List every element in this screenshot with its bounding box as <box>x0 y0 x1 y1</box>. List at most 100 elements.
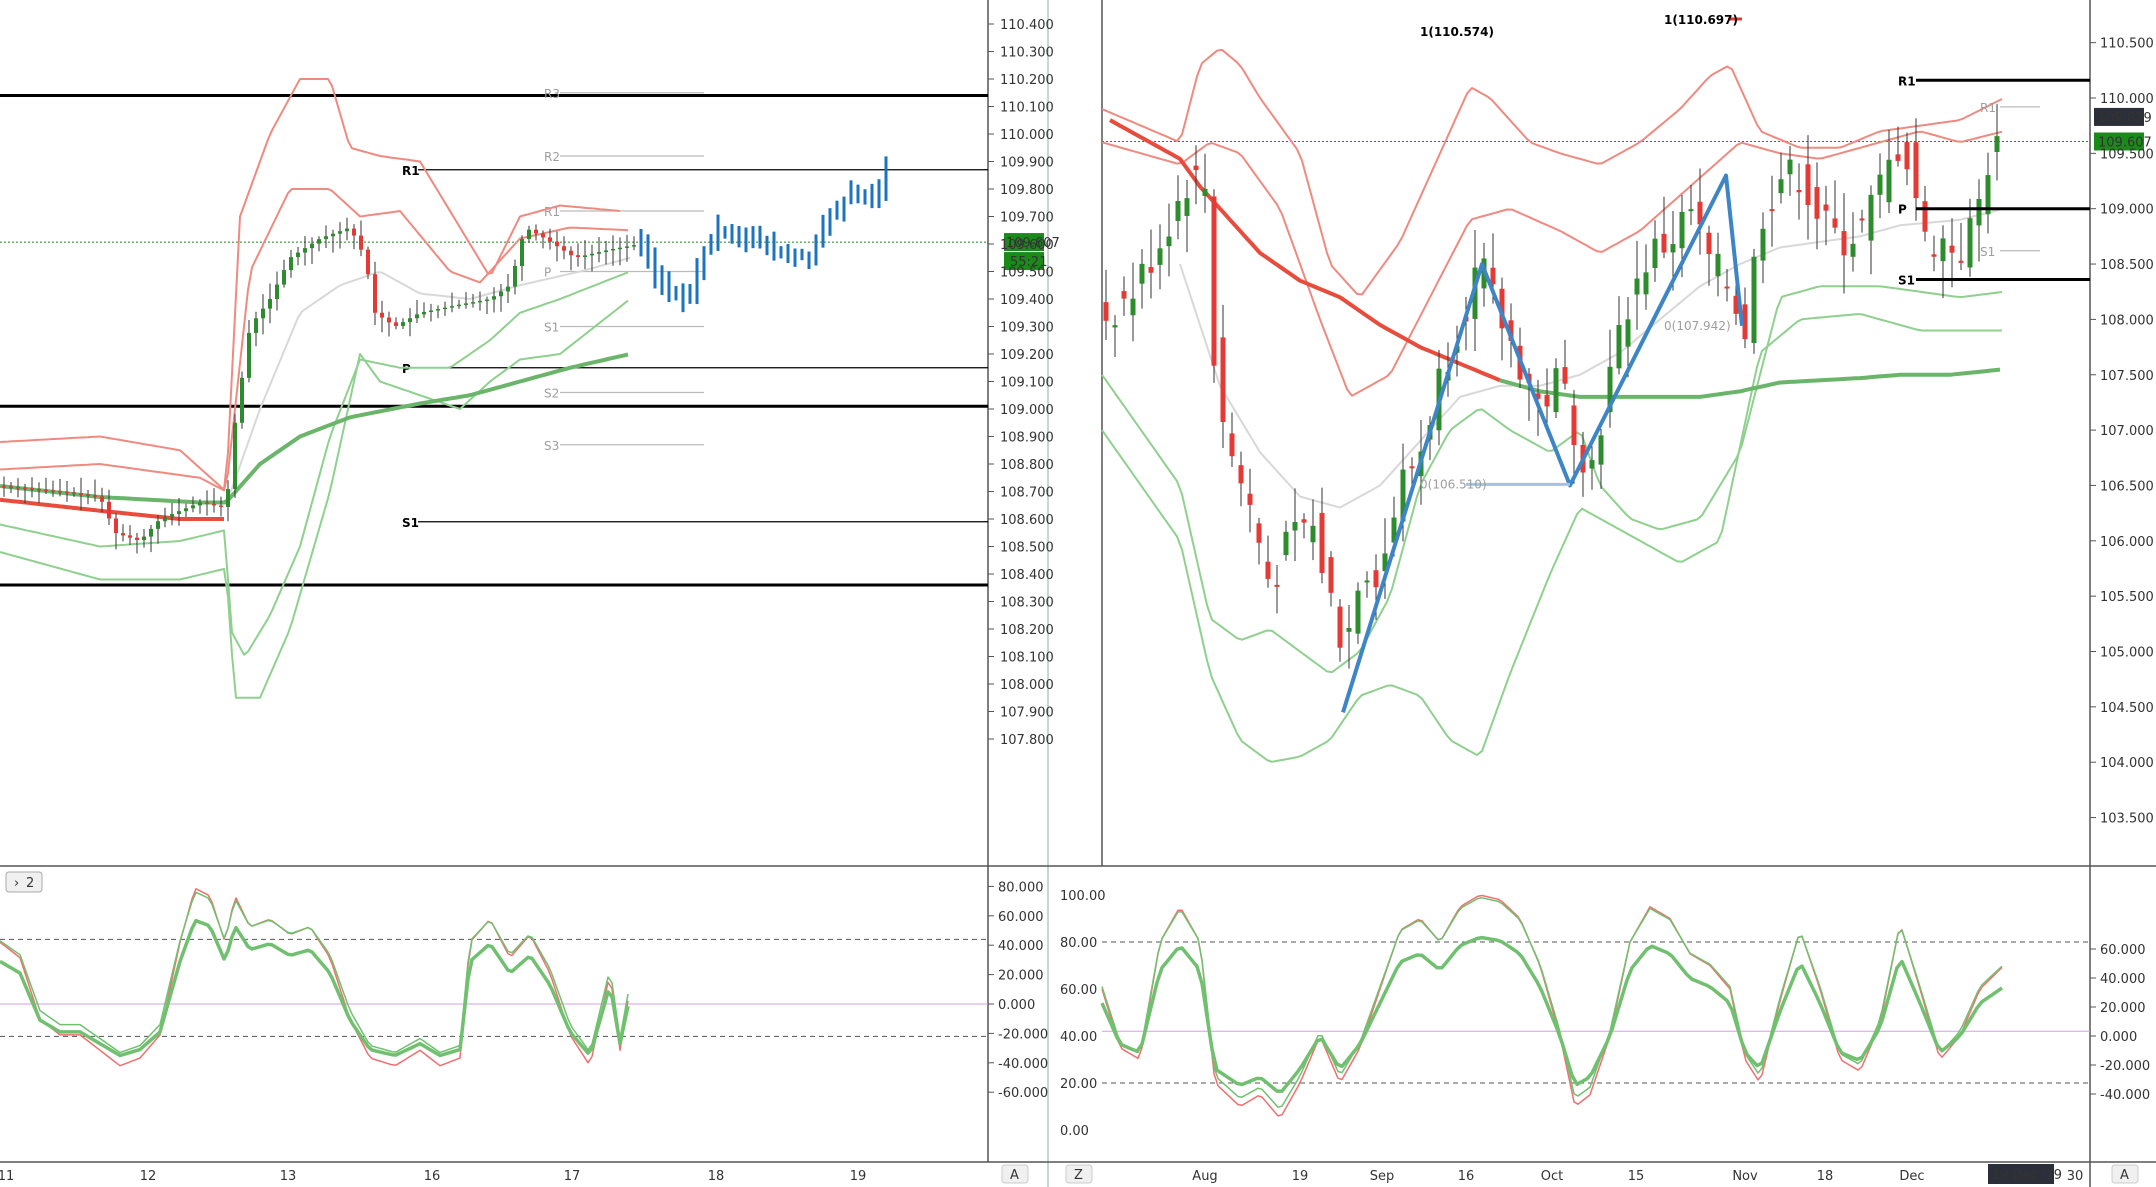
left-candle-body <box>128 535 132 538</box>
right-y-tick-label: 110.000 <box>2100 92 2154 107</box>
right-y-tick-label: 108.500 <box>2100 258 2154 273</box>
left-candle-body <box>401 322 405 326</box>
right-candle-body <box>1175 201 1181 221</box>
right-candle-body <box>1895 154 1901 161</box>
right-candle-body <box>1328 557 1334 593</box>
right-candle-body <box>1706 232 1712 255</box>
left-osc-y-tick-label: 80.000 <box>998 880 1044 895</box>
right-y-tick-label: 105.000 <box>2100 646 2154 661</box>
left-x-tick-label: 11 <box>0 1169 14 1184</box>
auto-scale-button-left[interactable]: A <box>1001 1164 1029 1184</box>
right-x-tick-label: Sep <box>1370 1169 1395 1184</box>
left-candle-body <box>23 487 27 490</box>
svg-text:Z: Z <box>1074 1168 1083 1183</box>
right-y-tick-label: 109.500 <box>2100 147 2154 162</box>
left-candle-body <box>149 528 153 537</box>
left-candle-body <box>58 490 62 493</box>
left-grey-pivot-label: S3 <box>544 439 559 453</box>
left-candle-body <box>548 237 552 242</box>
left-candle-body <box>387 317 391 323</box>
left-candle-body <box>576 255 580 258</box>
right-candle-body <box>1760 228 1766 261</box>
right-y-tick-label: 104.000 <box>2100 756 2154 771</box>
right-osc-left-tick-label: 20.00 <box>1060 1077 1097 1092</box>
left-y-tick-label: 110.200 <box>1000 73 1054 88</box>
left-y-tick-label: 109.200 <box>1000 348 1054 363</box>
indicator-toggle-badge[interactable]: › 2 <box>5 871 43 893</box>
left-candle-body <box>205 502 209 504</box>
chart-canvas[interactable]: R1PS1R3R2R1PS1S2S3109.60755:21 1(110.574… <box>0 0 2156 1187</box>
right-candle-body <box>1913 142 1919 199</box>
right-candle-body <box>1715 253 1721 277</box>
left-candle-body <box>310 243 314 249</box>
left-candle-body <box>254 318 258 333</box>
right-candle-body <box>1616 325 1622 369</box>
left-y-tick-label: 109.500 <box>1000 266 1054 281</box>
right-candle-body <box>1877 174 1883 195</box>
right-x-tick-label: 19 <box>1292 1169 1309 1184</box>
left-grey-pivot-label: S1 <box>544 321 559 335</box>
zoom-button[interactable]: Z <box>1065 1164 1093 1184</box>
right-candle-body <box>1850 243 1856 257</box>
left-x-tick-label: 16 <box>424 1169 441 1184</box>
left-candle-body <box>359 235 363 250</box>
left-candle-body <box>583 255 587 258</box>
right-candle-body <box>1292 522 1298 531</box>
right-osc-right-tick-label: 60.000 <box>2100 943 2146 958</box>
left-osc-y-tick-label: -40.000 <box>998 1057 1048 1072</box>
left-candle-body <box>107 501 111 519</box>
left-candle-body <box>219 505 223 507</box>
left-y-tick-label: 108.700 <box>1000 486 1054 501</box>
auto-scale-button-right[interactable]: A <box>2111 1164 2139 1184</box>
right-y-tick-label: 110.500 <box>2100 37 2154 52</box>
right-candle-body <box>1544 394 1550 407</box>
right-candle-body <box>1283 531 1289 556</box>
left-candle-body <box>170 514 174 517</box>
right-osc-right-tick-label: 40.000 <box>2100 972 2146 987</box>
left-candle-body <box>177 511 181 515</box>
right-candle-body <box>1373 570 1379 588</box>
left-candle-body <box>352 228 356 236</box>
left-candle-body <box>373 274 377 313</box>
right-candle-body <box>1193 165 1199 171</box>
left-y-tick-label: 108.400 <box>1000 568 1054 583</box>
right-candle-body <box>1967 218 1973 268</box>
right-x-tick-label: 16 <box>1458 1169 1475 1184</box>
left-candle-body <box>16 487 20 489</box>
left-candle-body <box>324 236 328 240</box>
left-osc-y-tick-label: 0.000 <box>998 998 1035 1013</box>
right-candle-body <box>1310 525 1316 543</box>
left-candle-body <box>443 307 447 310</box>
left-y-tick-label: 110.400 <box>1000 18 1054 33</box>
right-grey-pivot-label: R1 <box>1980 101 1996 115</box>
left-candle-body <box>114 518 118 534</box>
right-candle-body <box>1247 493 1253 505</box>
right-candle-body <box>1868 194 1874 241</box>
right-candle-body <box>1904 142 1910 170</box>
left-candle-body <box>632 245 636 247</box>
left-candle-body <box>93 495 97 497</box>
right-candle-body <box>1805 164 1811 206</box>
left-candle-body <box>261 308 265 319</box>
left-candle-body <box>485 299 489 302</box>
left-osc-y-tick-label: 40.000 <box>998 939 1044 954</box>
left-osc-y-tick-label: -20.000 <box>998 1027 1048 1042</box>
right-candle-body <box>1148 267 1154 273</box>
right-candle-body <box>1652 238 1658 268</box>
right-candle-body <box>1823 204 1829 211</box>
left-x-tick-label: 12 <box>140 1169 157 1184</box>
right-candle-body <box>1265 561 1271 579</box>
right-candle-body <box>1346 628 1352 632</box>
left-candle-body <box>212 503 216 506</box>
right-candle-body <box>1688 209 1694 212</box>
left-candle-body <box>296 252 300 258</box>
right-osc-left-tick-label: 80.00 <box>1060 936 1097 951</box>
right-candle-body <box>1832 218 1838 228</box>
left-candle-body <box>233 422 237 490</box>
left-candle-body <box>534 229 538 234</box>
left-candle-body <box>282 270 286 285</box>
left-y-tick-label: 109.600 <box>1000 238 1054 253</box>
left-grey-pivot-label: R3 <box>544 87 560 101</box>
right-x-tick-label: Oct <box>1541 1169 1563 1184</box>
right-y-tick-label: 107.500 <box>2100 369 2154 384</box>
